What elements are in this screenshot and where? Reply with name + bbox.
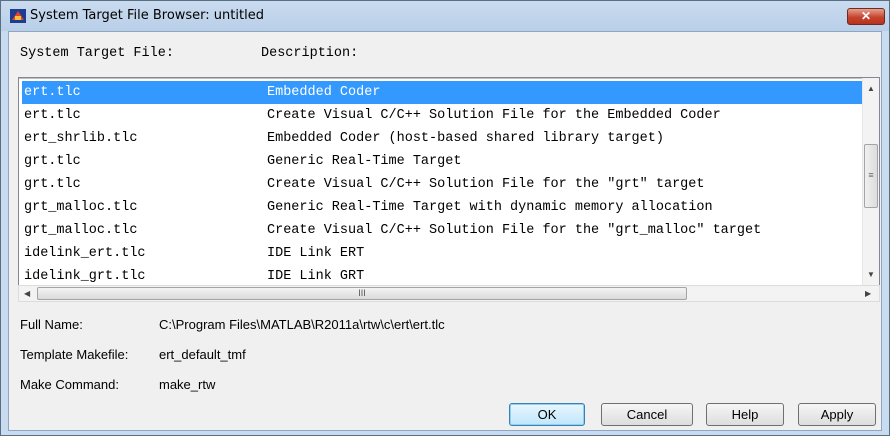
target-file-list[interactable]: ert.tlc Embedded Coder ert.tlc Create Vi… [18,77,880,287]
target-description: Embedded Coder (host-based shared librar… [267,131,664,146]
help-button[interactable]: Help [706,403,784,426]
grip-icon: ≡ [868,170,874,180]
vertical-scrollbar[interactable]: ▲ ≡ ▼ [862,78,879,286]
column-header-file: System Target File: [20,46,174,61]
scroll-up-icon[interactable]: ▲ [867,84,875,93]
list-item[interactable]: grt.tlc Generic Real-Time Target [22,150,862,173]
target-file-name: ert.tlc [24,108,81,123]
scroll-left-icon[interactable]: ◀ [24,289,30,298]
list-item[interactable]: ert.tlc Embedded Coder [22,81,862,104]
list-item[interactable]: grt.tlc Create Visual C/C++ Solution Fil… [22,173,862,196]
ok-button[interactable]: OK [509,403,585,426]
target-description: Create Visual C/C++ Solution File for th… [267,108,721,123]
make-command-value: make_rtw [159,377,216,392]
scroll-down-icon[interactable]: ▼ [867,270,875,279]
target-description: IDE Link ERT [267,246,365,261]
column-header-description: Description: [261,46,359,61]
list-item[interactable]: idelink_grt.tlc IDE Link GRT [22,265,862,286]
template-makefile-value: ert_default_tmf [159,347,246,362]
target-file-name: ert.tlc [24,85,81,100]
list-item[interactable]: ert_shrlib.tlc Embedded Coder (host-base… [22,127,862,150]
close-button[interactable]: ✕ [847,8,885,25]
horizontal-scrollbar[interactable]: ◀ III ▶ [18,285,880,302]
dialog-body: System Target File: Description: ert.tlc… [8,31,882,431]
full-name-label: Full Name: [20,317,83,332]
horizontal-scroll-thumb[interactable]: III [37,287,687,300]
target-file-name: grt_malloc.tlc [24,200,138,215]
list-item[interactable]: idelink_ert.tlc IDE Link ERT [22,242,862,265]
full-name-value: C:\Program Files\MATLAB\R2011a\rtw\c\ert… [159,317,445,332]
target-file-name: idelink_ert.tlc [24,246,146,261]
list-top-divider [19,78,863,79]
list-item[interactable]: grt_malloc.tlc Generic Real-Time Target … [22,196,862,219]
target-file-name: grt_malloc.tlc [24,223,138,238]
list-item[interactable]: ert.tlc Create Visual C/C++ Solution Fil… [22,104,862,127]
dialog-window: System Target File Browser: untitled ✕ S… [0,0,890,436]
target-file-name: ert_shrlib.tlc [24,131,138,146]
target-description: Generic Real-Time Target [267,154,462,169]
list-item[interactable]: grt_malloc.tlc Create Visual C/C++ Solut… [22,219,862,242]
target-description: Generic Real-Time Target with dynamic me… [267,200,713,215]
template-makefile-label: Template Makefile: [20,347,129,362]
vertical-scroll-thumb[interactable]: ≡ [864,144,878,208]
target-file-name: grt.tlc [24,154,81,169]
title-bar[interactable]: System Target File Browser: untitled ✕ [1,1,889,31]
target-file-name: idelink_grt.tlc [24,269,146,284]
target-description: Embedded Coder [267,85,381,100]
make-command-label: Make Command: [20,377,119,392]
grip-icon: III [358,288,366,298]
target-file-name: grt.tlc [24,177,81,192]
simulink-icon [10,9,26,23]
target-description: IDE Link GRT [267,269,365,284]
target-description: Create Visual C/C++ Solution File for th… [267,223,762,238]
scroll-right-icon[interactable]: ▶ [865,289,871,298]
target-description: Create Visual C/C++ Solution File for th… [267,177,705,192]
window-title: System Target File Browser: untitled [30,8,264,23]
cancel-button[interactable]: Cancel [601,403,693,426]
apply-button[interactable]: Apply [798,403,876,426]
